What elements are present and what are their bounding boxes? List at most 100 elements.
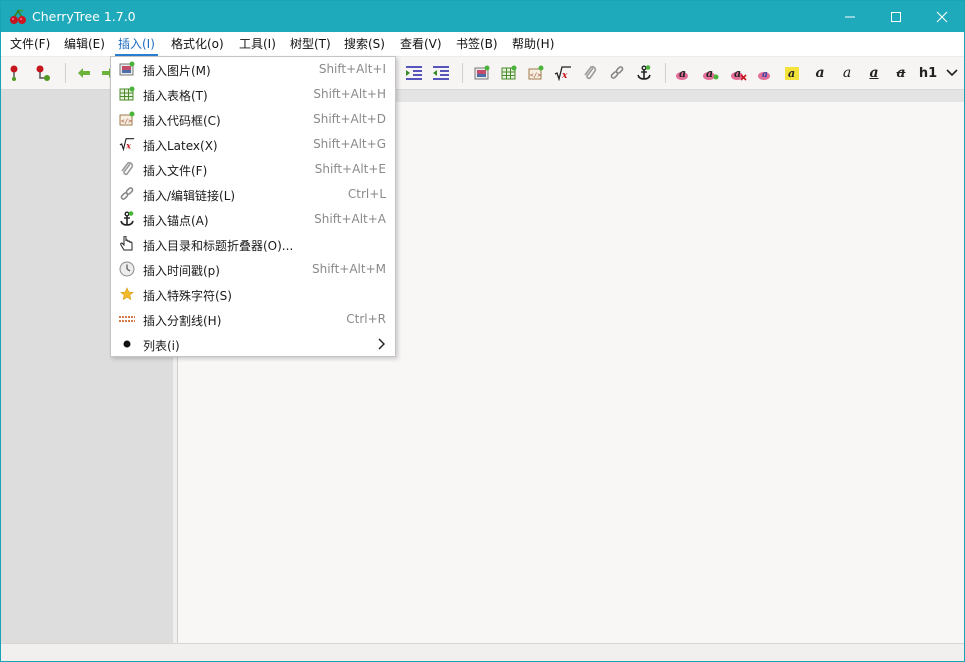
anchor-icon (120, 211, 134, 226)
add-node-button[interactable] (3, 62, 25, 84)
svg-text:a: a (788, 67, 795, 80)
insert-image-icon (474, 65, 490, 80)
menu-file[interactable]: 文件(F) (7, 32, 53, 56)
latex-icon: x (119, 138, 135, 152)
menu-item-insert-edit-link[interactable]: 插入/编辑链接(L) Ctrl+L (111, 182, 395, 207)
h1-label: h1 (918, 65, 938, 81)
add-node-icon (10, 65, 18, 81)
image-icon (119, 61, 135, 76)
menu-item-list[interactable]: 列表(i) (111, 332, 395, 357)
maximize-icon (891, 11, 901, 22)
menu-item-insert-toc[interactable]: 插入目录和标题折叠器(O)... (111, 232, 395, 257)
highlight-color-icon: a (703, 67, 719, 80)
menu-view[interactable]: 查看(V) (397, 32, 445, 56)
window-title: CherryTree 1.7.0 (32, 9, 136, 24)
toolbar-overflow-button[interactable] (941, 62, 963, 84)
menu-bar: 文件(F) 编辑(E) 插入(I) 格式化(o) 工具(I) 树型(T) 搜索(… (1, 32, 964, 57)
menu-item-insert-timestamp[interactable]: 插入时间戳(p) Shift+Alt+M (111, 257, 395, 282)
svg-text:a: a (762, 70, 768, 80)
toolbar-insert-file-button[interactable] (579, 62, 601, 84)
insert-link-icon (610, 66, 624, 79)
text-color-button[interactable]: a (673, 62, 695, 84)
menu-tree[interactable]: 树型(T) (287, 32, 334, 56)
bullet-icon (123, 340, 131, 348)
h1-button[interactable]: h1 (917, 62, 939, 84)
more-chevron-icon (946, 69, 958, 77)
back-arrow-icon (78, 68, 90, 78)
highlight-color-button[interactable]: a (700, 62, 722, 84)
insert-latex-icon: x (554, 66, 571, 81)
indent-icon (406, 66, 422, 80)
menu-help[interactable]: 帮助(H) (509, 32, 557, 56)
menu-bookmarks[interactable]: 书签(B) (453, 32, 501, 56)
app-window: CherryTree 1.7.0 文件(F) 编辑(E) 插入(I) 格式化(o… (0, 0, 965, 662)
insert-file-icon (584, 65, 597, 80)
svg-text:</>: </> (121, 118, 132, 125)
svg-text:a: a (679, 67, 686, 80)
menu-item-insert-anchor[interactable]: 插入锚点(A) Shift+Alt+A (111, 207, 395, 232)
toolbar-insert-latex-button[interactable]: x (552, 62, 574, 84)
cherry-app-icon (10, 9, 26, 24)
bold-button[interactable]: a (809, 62, 831, 84)
chain-link-icon (120, 187, 134, 200)
minimize-button[interactable] (827, 1, 873, 32)
small-format-button[interactable]: a (755, 62, 777, 84)
separator-line-icon (119, 316, 135, 322)
add-subnode-icon (36, 65, 50, 81)
menu-item-insert-special-char[interactable]: 插入特殊字符(S) (111, 282, 395, 307)
close-icon (936, 11, 948, 22)
menu-insert[interactable]: 插入(I) (115, 32, 158, 56)
menu-edit[interactable]: 编辑(E) (61, 32, 108, 56)
mark-format-button[interactable]: a (782, 62, 804, 84)
italic-icon: a (842, 65, 852, 81)
svg-text:x: x (561, 71, 568, 81)
underline-icon: a (869, 65, 879, 81)
go-back-button[interactable] (73, 62, 95, 84)
insert-table-icon (501, 65, 517, 80)
add-subnode-button[interactable] (32, 62, 54, 84)
codebox-icon: </> (119, 111, 135, 126)
bold-icon: a (815, 65, 825, 81)
underline-button[interactable]: a (863, 62, 885, 84)
menu-item-insert-separator[interactable]: 插入分割线(H) Ctrl+R (111, 307, 395, 332)
strikethrough-button[interactable]: a (890, 62, 912, 84)
svg-text:x: x (125, 140, 131, 150)
svg-text:a: a (734, 67, 741, 80)
menu-item-insert-table[interactable]: 插入表格(T) Shift+Alt+H (111, 82, 395, 107)
svg-text:</>: </> (530, 72, 541, 79)
svg-text:a: a (706, 67, 713, 80)
menu-item-insert-latex[interactable]: x 插入Latex(X) Shift+Alt+G (111, 132, 395, 157)
minimize-icon (845, 16, 855, 17)
remove-format-button[interactable]: a (728, 62, 750, 84)
menu-item-insert-file[interactable]: 插入文件(F) Shift+Alt+E (111, 157, 395, 182)
toolbar-insert-image-button[interactable] (471, 62, 493, 84)
insert-codebox-icon: </> (528, 65, 544, 80)
unindent-button[interactable] (430, 62, 452, 84)
toolbar-insert-table-button[interactable] (498, 62, 520, 84)
table-icon (119, 86, 135, 101)
star-icon (120, 287, 134, 301)
insert-menu-dropdown: 插入图片(M) Shift+Alt+I 插入表格(T) Shift+Alt+H … (110, 56, 396, 357)
paperclip-icon (121, 161, 134, 176)
menu-search[interactable]: 搜索(S) (341, 32, 388, 56)
menu-item-insert-image[interactable]: 插入图片(M) Shift+Alt+I (111, 57, 395, 82)
text-color-icon: a (676, 67, 688, 80)
menu-format[interactable]: 格式化(o) (168, 32, 227, 56)
close-button[interactable] (919, 1, 964, 32)
toolbar-insert-codebox-button[interactable]: </> (525, 62, 547, 84)
title-bar: CherryTree 1.7.0 (1, 1, 964, 32)
menu-item-insert-codebox[interactable]: </> 插入代码框(C) Shift+Alt+D (111, 107, 395, 132)
indent-button[interactable] (403, 62, 425, 84)
italic-button[interactable]: a (836, 62, 858, 84)
pointing-hand-icon (120, 236, 133, 251)
small-format-icon: a (758, 70, 770, 80)
toolbar-insert-anchor-button[interactable] (633, 62, 655, 84)
maximize-button[interactable] (873, 1, 919, 32)
unindent-icon (433, 66, 449, 80)
menu-tools[interactable]: 工具(I) (236, 32, 279, 56)
clock-icon (119, 261, 135, 277)
strikethrough-icon: a (896, 65, 906, 81)
toolbar-insert-link-button[interactable] (606, 62, 628, 84)
mark-format-icon: a (785, 67, 799, 80)
remove-format-icon: a (731, 67, 747, 81)
